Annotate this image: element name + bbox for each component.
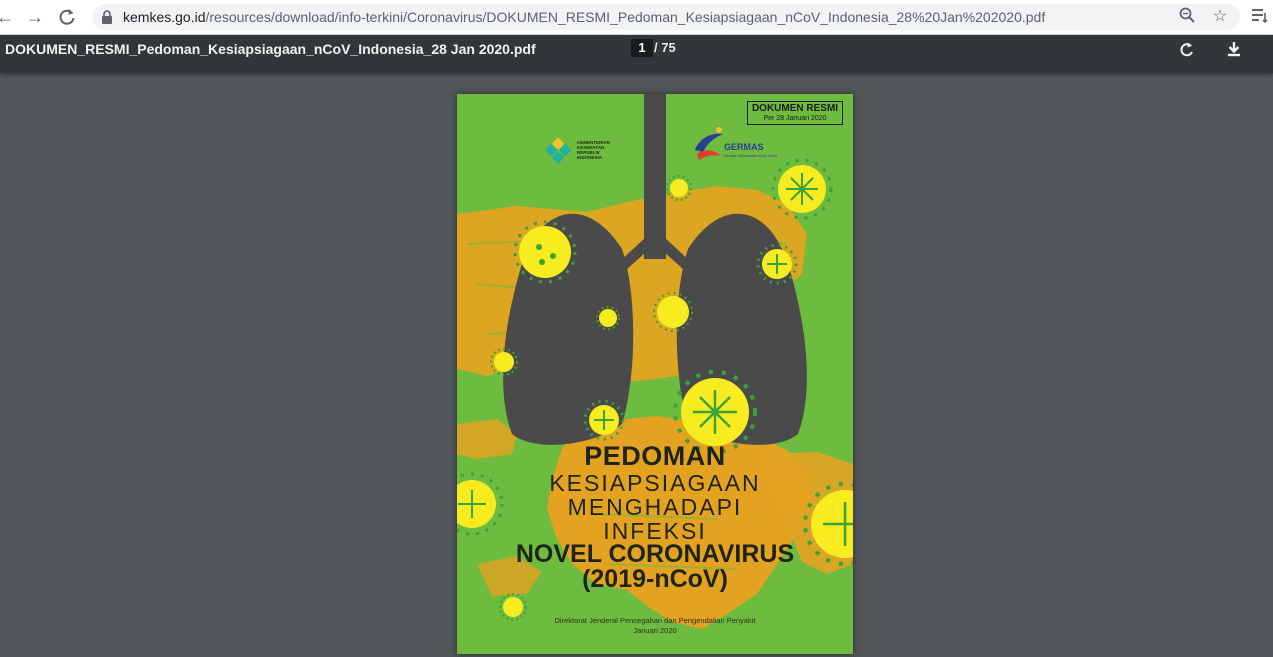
germas-logo bbox=[695, 127, 723, 160]
forward-arrow-icon[interactable]: → bbox=[24, 6, 46, 28]
cover-line-5: (2019-nCoV) bbox=[582, 565, 728, 593]
cover-footer-org: Direktorat Jenderal Pencegahan dan Penge… bbox=[554, 616, 756, 625]
badge-title: DOKUMEN RESMI bbox=[751, 103, 839, 114]
cover-footer-date: Januari 2020 bbox=[633, 626, 677, 635]
cover-line-2: MENGHADAPI bbox=[567, 494, 743, 520]
pdf-page[interactable]: DOKUMEN RESMI Per 28 Januari 2020 KEMENT… bbox=[457, 94, 853, 654]
lock-icon[interactable] bbox=[102, 10, 112, 24]
pdf-title: DOKUMEN_RESMI_Pedoman_Kesiapsiagaan_nCoV… bbox=[5, 41, 536, 57]
page-total: / 75 bbox=[654, 40, 676, 55]
rotate-icon[interactable] bbox=[1176, 39, 1198, 61]
cover-heading: PEDOMAN bbox=[584, 441, 726, 471]
kemenkes-logo bbox=[545, 138, 571, 164]
zoom-icon[interactable] bbox=[1177, 7, 1197, 27]
browser-toolbar: ← → kemkes.go.id/resources/download/info… bbox=[0, 0, 1273, 35]
download-icon[interactable] bbox=[1223, 39, 1245, 61]
url-text[interactable]: kemkes.go.id/resources/download/info-ter… bbox=[123, 9, 1045, 25]
back-arrow-icon[interactable]: ← bbox=[0, 6, 16, 28]
address-bar[interactable]: kemkes.go.id/resources/download/info-ter… bbox=[92, 4, 1240, 30]
germas-subtitle: Gerakan Masyarakat Hidup Sehat bbox=[724, 154, 777, 158]
pdf-toolbar: DOKUMEN_RESMI_Pedoman_Kesiapsiagaan_nCoV… bbox=[0, 35, 1273, 73]
official-document-badge: DOKUMEN RESMI Per 28 Januari 2020 bbox=[747, 101, 843, 125]
reading-list-icon[interactable] bbox=[1249, 6, 1271, 28]
cover-line-1: KESIAPSIAGAAN bbox=[549, 470, 761, 496]
url-path: /resources/download/info-terkini/Coronav… bbox=[205, 9, 1046, 25]
kemenkes-text: KEMENTERIAN KESEHATAN REPUBLIK INDONESIA bbox=[577, 140, 611, 160]
reload-icon[interactable] bbox=[56, 6, 78, 28]
germas-text: GERMAS bbox=[724, 142, 764, 152]
star-icon[interactable]: ☆ bbox=[1210, 7, 1230, 27]
badge-date: Per 28 Januari 2020 bbox=[763, 115, 827, 122]
page-number-input[interactable]: 1 bbox=[631, 39, 653, 57]
url-domain: kemkes.go.id bbox=[123, 9, 206, 25]
